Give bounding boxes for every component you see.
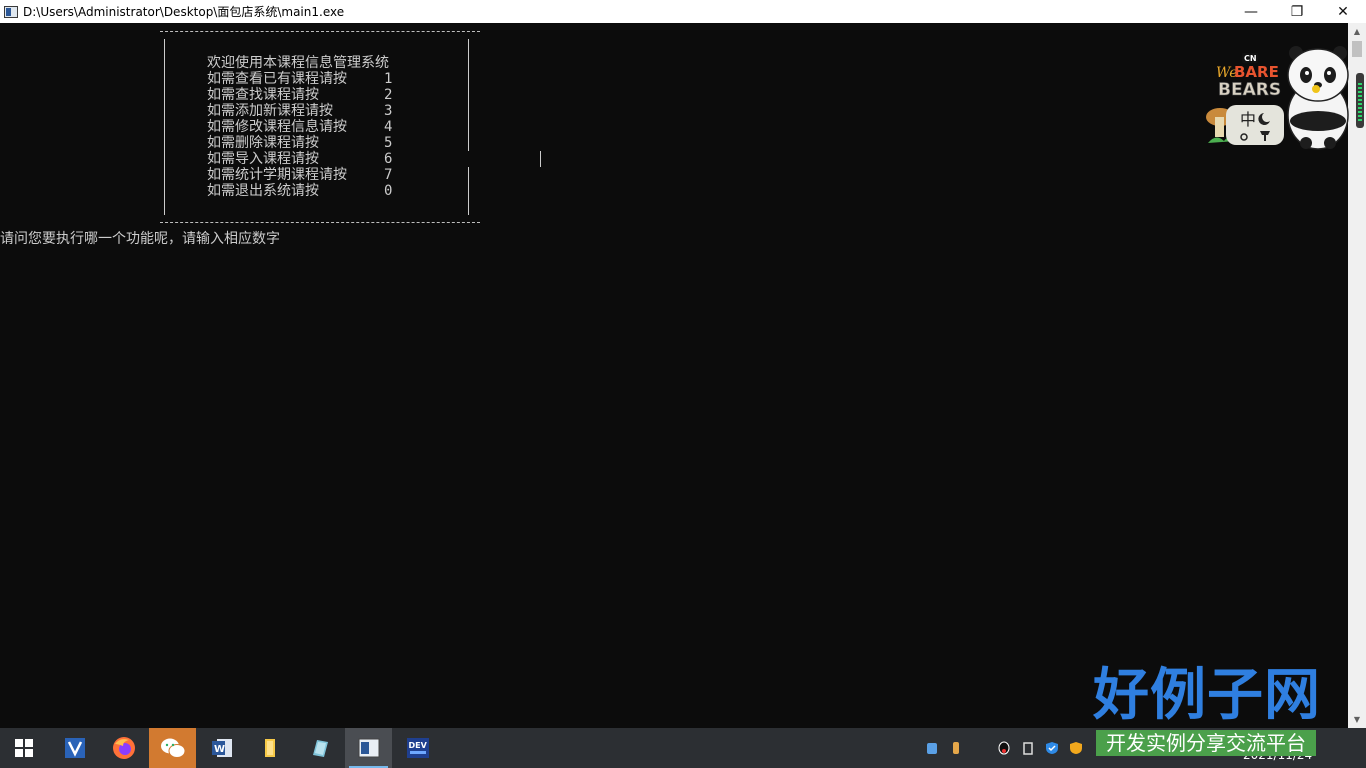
system-tray-left — [920, 728, 968, 768]
watermark-subtitle: 开发实例分享交流平台 — [1096, 730, 1316, 756]
security-shield-icon[interactable] — [1045, 741, 1059, 755]
wechat-icon — [160, 738, 185, 758]
menu-item-3: 如需添加新课程请按 — [207, 103, 333, 119]
menu-item-key: 7 — [384, 167, 393, 183]
taskbar-dev-cpp[interactable]: DEV — [394, 728, 441, 768]
window-controls: — ❐ ✕ — [1228, 0, 1366, 23]
menu-item-key: 5 — [384, 135, 393, 151]
scroll-up-arrow-icon[interactable]: ▲ — [1348, 23, 1366, 40]
input-prompt: 请问您要执行哪一个功能呢，请输入相应数字 — [0, 231, 280, 247]
menu-item-label: 如需添加新课程请按 — [207, 103, 333, 119]
cn-logo-text: CN — [1244, 54, 1257, 63]
menu-item-4: 如需修改课程信息请按 — [207, 119, 347, 135]
notepad-icon — [312, 740, 328, 757]
menu-item-label: 如需修改课程信息请按 — [207, 119, 347, 135]
menu-right-border-lower — [468, 167, 469, 215]
taskbar-file-explorer[interactable] — [247, 728, 294, 768]
console-app-icon — [4, 5, 18, 18]
menu-left-border — [164, 39, 165, 215]
folder-icon — [264, 739, 275, 757]
menu-item-label: 如需删除课程请按 — [207, 135, 319, 151]
dev-cpp-icon: DEV — [406, 738, 429, 758]
clipboard-icon[interactable] — [1021, 741, 1035, 755]
console-icon — [358, 738, 379, 758]
menu-item-2: 如需查找课程请按 — [207, 87, 319, 103]
menu-item-key: 4 — [384, 119, 393, 135]
menu-item-key: 0 — [384, 183, 393, 199]
window-title-bar[interactable]: D:\Users\Administrator\Desktop\面包店系统\mai… — [0, 0, 1366, 23]
menu-item-key: 2 — [384, 87, 393, 103]
panda-bear-icon: 中 CN We BARE BEARS — [1206, 46, 1349, 150]
menu-item-key: 1 — [384, 71, 393, 87]
volume-meter-icon — [1356, 73, 1364, 128]
taskbar-visual-studio[interactable] — [51, 728, 98, 768]
taskbar-wechat[interactable] — [149, 728, 196, 768]
windows-logo-icon — [14, 739, 33, 757]
antivirus-icon[interactable] — [1069, 741, 1083, 755]
firefox-icon — [112, 737, 135, 759]
menu-right-border-upper — [468, 39, 469, 151]
close-button[interactable]: ✕ — [1320, 0, 1366, 23]
window-title: D:\Users\Administrator\Desktop\面包店系统\mai… — [23, 5, 345, 19]
menu-bottom-border — [160, 222, 480, 224]
menu-top-border — [160, 31, 480, 33]
word-icon: W — [211, 739, 232, 757]
menu-item-6: 如需导入课程请按 — [207, 151, 319, 167]
start-button[interactable] — [0, 728, 47, 768]
system-tray — [992, 728, 1088, 768]
bare-logo-text: BARE — [1234, 63, 1279, 81]
menu-item-5: 如需删除课程请按 — [207, 135, 319, 151]
menu-item-key: 6 — [384, 151, 393, 167]
menu-item-1: 如需查看已有课程请按 — [207, 71, 347, 87]
menu-item-label: 如需导入课程请按 — [207, 151, 319, 167]
word-icon-letter: W — [214, 744, 225, 755]
watermark-title: 好例子网 — [1093, 663, 1321, 728]
menu-item-label: 如需查看已有课程请按 — [207, 71, 347, 87]
vs-icon — [64, 738, 85, 758]
text-cursor — [540, 151, 541, 167]
taskbar-word[interactable]: W — [198, 728, 245, 768]
menu-item-label: 如需退出系统请按 — [207, 183, 319, 199]
taskbar-console[interactable] — [345, 728, 392, 768]
network-drive-icon[interactable] — [925, 741, 939, 755]
ime-mode-label: 中 — [1240, 110, 1256, 129]
dev-icon-label: DEV — [408, 741, 427, 750]
scroll-down-arrow-icon[interactable]: ▼ — [1348, 711, 1366, 728]
maximize-button[interactable]: ❐ — [1274, 0, 1320, 23]
ime-bear-widget[interactable]: 中 CN We BARE BEARS — [1204, 45, 1352, 153]
menu-title: 欢迎使用本课程信息管理系统 — [207, 55, 389, 71]
taskbar-firefox[interactable] — [100, 728, 147, 768]
menu-item-0: 如需退出系统请按 — [207, 183, 319, 199]
menu-item-label: 如需统计学期课程请按 — [207, 167, 347, 183]
usb-icon[interactable] — [949, 741, 963, 755]
menu-item-key: 3 — [384, 103, 393, 119]
console-output[interactable]: 欢迎使用本课程信息管理系统 如需查看已有课程请按 1 如需查找课程请按 2 如需… — [0, 23, 1348, 728]
qq-penguin-icon[interactable] — [997, 741, 1011, 755]
taskbar-notepad[interactable] — [296, 728, 343, 768]
minimize-button[interactable]: — — [1228, 0, 1274, 23]
bears-logo-text: BEARS — [1218, 80, 1281, 100]
menu-item-label: 如需查找课程请按 — [207, 87, 319, 103]
scroll-thumb[interactable] — [1352, 41, 1362, 57]
menu-item-7: 如需统计学期课程请按 — [207, 167, 347, 183]
